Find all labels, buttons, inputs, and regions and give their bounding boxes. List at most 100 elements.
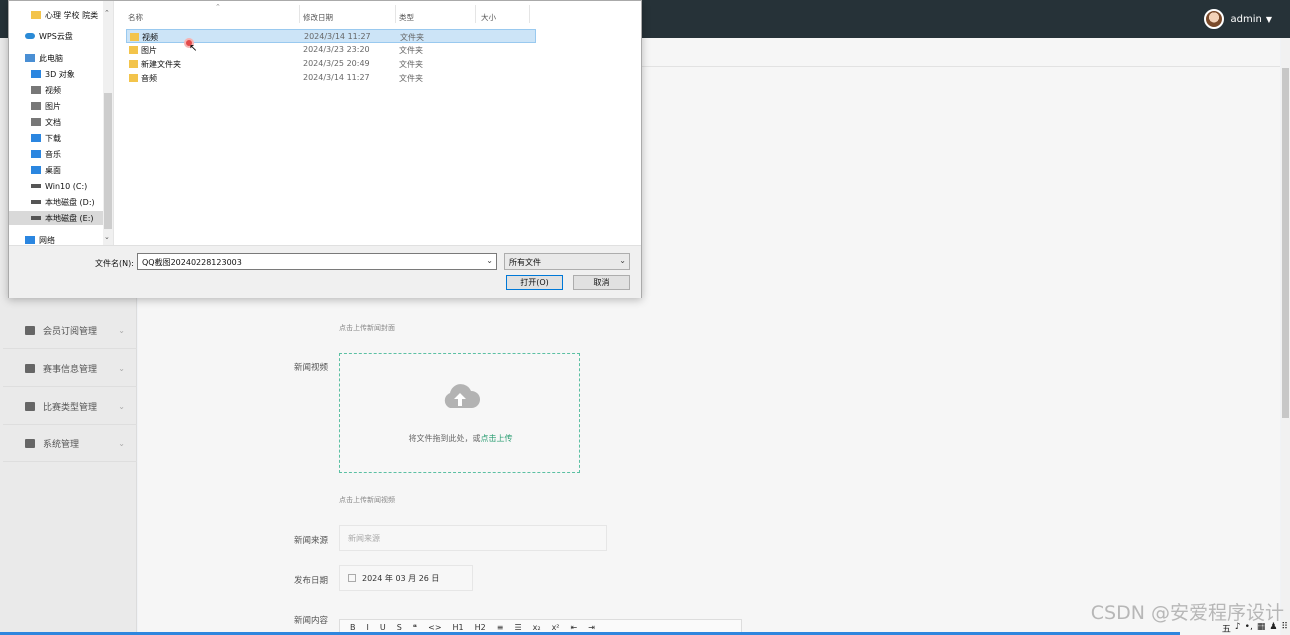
click-upload-link[interactable]: 点击上传 [481,434,513,443]
folder-icon [129,74,138,82]
subscript-button[interactable]: x₂ [533,623,541,632]
chevron-down-icon[interactable]: ⌄ [104,233,110,241]
nav-scrollbar[interactable]: ⌃ ⌄ [103,1,113,245]
indent-button[interactable]: ⇥ [588,623,595,632]
watermark: CSDN @安爱程序设计 [1090,602,1284,624]
bullet-list-button[interactable]: ☰ [514,623,521,632]
file-name: 视频 [142,33,158,42]
file-type: 文件夹 [400,33,424,42]
nav-label: 视频 [45,85,61,95]
sidebar-item-events[interactable]: 赛事信息管理 ⌄ [3,350,137,387]
file-row[interactable]: 音频 2024/3/14 11:27 文件夹 [126,71,536,85]
column-date[interactable]: 修改日期 [303,12,333,23]
computer-icon [25,54,35,62]
nav-item-downloads[interactable]: 下载 [31,131,61,145]
apps-icon[interactable]: ⠿ [1281,622,1288,635]
bold-button[interactable]: B [350,623,356,632]
nav-label: WPS云盘 [39,31,73,41]
nav-label: 3D 对象 [45,69,75,79]
sidebar-item-subscription[interactable]: 会员订阅管理 ⌄ [3,312,137,349]
column-divider[interactable] [395,5,396,23]
nav-item-this-pc[interactable]: 此电脑 [25,51,63,65]
ordered-list-button[interactable]: ≡ [497,623,504,632]
column-divider[interactable] [529,5,530,23]
nav-item-3d[interactable]: 3D 对象 [31,67,75,81]
user-icon[interactable]: ♟ [1269,622,1277,635]
folder-icon [31,11,41,19]
open-button[interactable]: 打开(O) [506,275,563,290]
keyboard-icon[interactable]: ▦ [1257,622,1266,635]
column-divider[interactable] [299,5,300,23]
nav-item-videos[interactable]: 视频 [31,83,61,97]
punctuation-icon[interactable]: •, [1245,622,1253,635]
filename-input[interactable]: QQ截图20240228123003 ⌄ [137,253,497,270]
chevron-up-icon[interactable]: ⌃ [104,9,110,17]
superscript-button[interactable]: x² [552,623,560,632]
nav-label: 下载 [45,133,61,143]
column-divider[interactable] [475,5,476,23]
cancel-button[interactable]: 取消 [573,275,630,290]
quote-button[interactable]: ❝ [413,623,417,632]
strike-button[interactable]: S [397,623,402,632]
nav-item-desktop[interactable]: 桌面 [31,163,61,177]
date-picker[interactable]: 2024 年 03 月 26 日 [339,565,473,591]
nav-label: 网络 [39,235,55,245]
folder-icon [129,46,138,54]
nav-item-wps[interactable]: WPS云盘 [25,29,73,43]
chevron-down-icon[interactable]: ⌄ [486,256,493,265]
filetype-select[interactable]: 所有文件 ⌄ [504,253,630,270]
outdent-button[interactable]: ⇤ [571,623,578,632]
dialog-footer: 文件名(N): QQ截图20240228123003 ⌄ 所有文件 ⌄ 打开(O… [9,245,641,298]
nav-label: 文档 [45,117,61,127]
folder-icon [130,33,139,41]
underline-button[interactable]: U [380,623,386,632]
nav-item-pictures[interactable]: 图片 [31,99,61,113]
video-dropzone[interactable]: 将文件拖到此处，或点击上传 [339,353,580,473]
music-icon [31,150,41,158]
source-label: 新闻来源 [294,536,329,546]
briefcase-icon [25,325,35,335]
scrollbar-thumb[interactable] [104,93,112,229]
file-type: 文件夹 [399,60,423,69]
chevron-down-icon: ⌄ [118,401,125,411]
divider [113,1,114,245]
user-menu[interactable]: admin ▼ [1203,9,1272,29]
h1-button[interactable]: H1 [453,623,464,632]
file-row[interactable]: 新建文件夹 2024/3/25 20:49 文件夹 [126,57,536,71]
cube-icon [31,70,41,78]
content-label: 新闻内容 [294,616,329,626]
scrollbar-thumb[interactable] [1282,68,1289,418]
italic-button[interactable]: I [367,623,369,632]
column-name[interactable]: 名称 [128,12,143,23]
file-type: 文件夹 [399,46,423,55]
sidebar-item-match-types[interactable]: 比赛类型管理 ⌄ [3,388,137,425]
image-icon [31,102,41,110]
page-scrollbar[interactable] [1281,38,1290,635]
code-button[interactable]: <> [428,623,441,632]
nav-item-drive-e[interactable]: 本地磁盘 (E:) [9,211,103,225]
nav-item-music[interactable]: 音乐 [31,147,61,161]
file-date: 2024/3/14 11:27 [304,32,371,41]
desktop-icon [31,166,41,174]
username[interactable]: admin [1231,14,1262,25]
nav-label: 图片 [45,101,61,111]
file-name: 新建文件夹 [141,60,181,69]
nav-item-drive-c[interactable]: Win10 (C:) [31,179,87,193]
nav-item-quick-folder[interactable]: 心理 学校 院类 [31,8,98,22]
sidebar-item-system[interactable]: 系统管理 ⌄ [3,425,137,462]
chevron-down-icon: ⌄ [118,438,125,448]
chevron-down-icon[interactable]: ⌄ [619,256,626,265]
h2-button[interactable]: H2 [475,623,486,632]
moon-icon[interactable]: ♪ [1235,622,1241,635]
nav-item-drive-d[interactable]: 本地磁盘 (D:) [31,195,95,209]
file-date: 2024/3/23 23:20 [303,45,370,54]
source-input[interactable]: 新闻来源 [339,525,607,551]
ime-icon[interactable]: 五 [1222,622,1231,635]
nav-item-documents[interactable]: 文档 [31,115,61,129]
cloud-icon [25,33,35,39]
column-type[interactable]: 类型 [399,12,414,23]
nav-label: Win10 (C:) [45,181,88,191]
chevron-down-icon[interactable]: ▼ [1266,15,1272,24]
avatar[interactable] [1203,9,1224,29]
column-size[interactable]: 大小 [481,12,496,23]
